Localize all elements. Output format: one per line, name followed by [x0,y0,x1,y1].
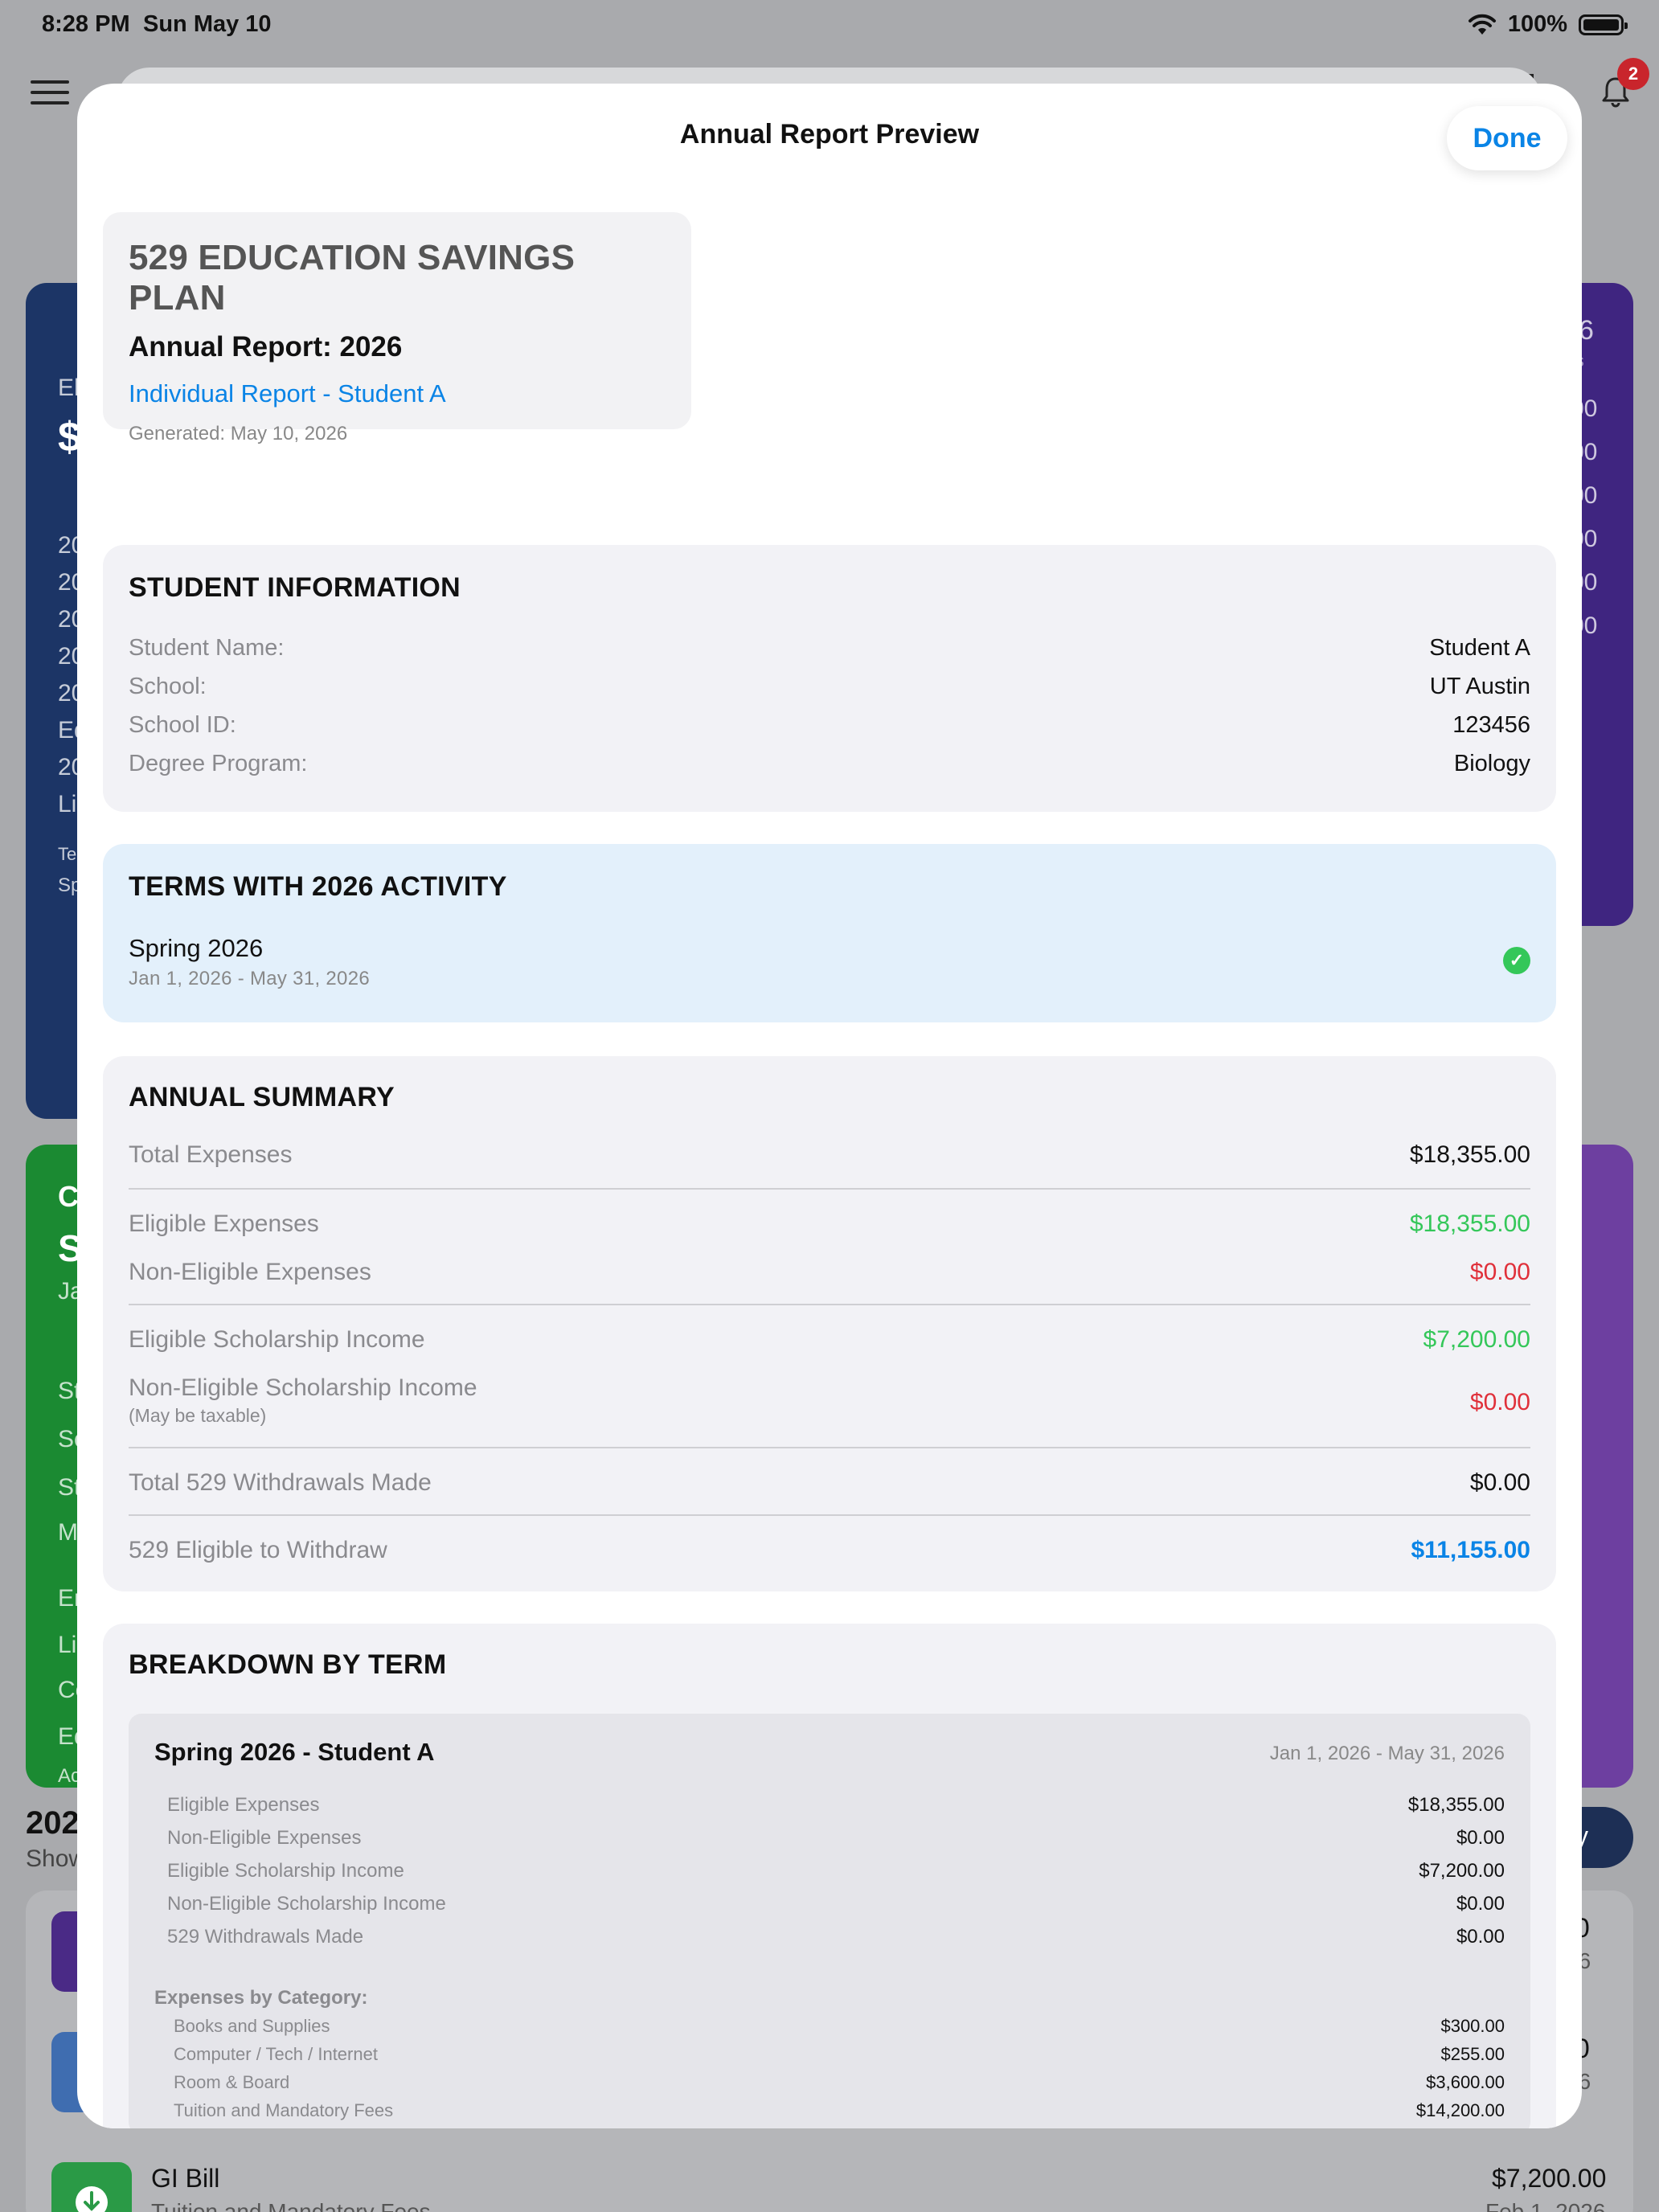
background-list-date: Feb 1, 2026 [1485,2199,1606,2212]
row-label: Eligible Scholarship Income [167,1860,404,1882]
done-button[interactable]: Done [1447,106,1567,170]
row-label: 529 Eligible to Withdraw [129,1537,387,1563]
term-dates: Jan 1, 2026 - May 31, 2026 [129,968,370,989]
plan-name: 529 EDUCATION SAVINGS PLAN [129,238,576,317]
report-header-card: 529 EDUCATION SAVINGS PLAN Annual Report… [103,212,691,444]
background-list-title: GI Bill [151,2164,220,2193]
row-label: Student Name: [129,635,285,661]
notification-badge: 2 [1617,58,1649,90]
non-eligible-scholarship-row: Non-Eligible Scholarship Income (May be … [129,1374,1530,1426]
row-value: $0.00 [1469,1469,1530,1496]
status-indicators: 100% [1468,11,1628,38]
row-value: $18,355.00 [1409,1210,1530,1237]
row-value: $255.00 [1440,2044,1505,2064]
download-icon [51,2162,132,2212]
background-year-heading: 202 [26,1805,80,1841]
background-fragment: C [58,1180,79,1213]
row-value: $7,200.00 [1419,1860,1505,1882]
row-label: School ID: [129,712,236,738]
row-label: Eligible Expenses [167,1794,320,1816]
row-value: Biology [1453,751,1530,776]
wifi-icon [1468,14,1496,35]
row-label: Degree Program: [129,751,308,776]
check-circle-icon: ✓ [1503,947,1530,974]
row-label: Books and Supplies [174,2016,330,2036]
row-value: $300.00 [1440,2016,1505,2036]
generated-date: Generated: May 10, 2026 [129,423,348,444]
row-label: Room & Board [174,2072,290,2092]
row-value: $14,200.00 [1415,2100,1505,2120]
row-value: $18,355.00 [1409,1141,1530,1168]
section-title: STUDENT INFORMATION [129,572,461,603]
menu-icon[interactable] [31,80,69,104]
divider [129,1188,1530,1190]
row-label: Total 529 Withdrawals Made [129,1469,432,1496]
battery-icon [1579,14,1628,35]
term-card-dates: Jan 1, 2026 - May 31, 2026 [1269,1743,1505,1764]
terms-activity-section: TERMS WITH 2026 ACTIVITY Spring 2026 Jan… [103,844,1556,1022]
row-label: School: [129,674,207,699]
row-label: Tuition and Mandatory Fees [174,2100,394,2120]
section-title: BREAKDOWN BY TERM [129,1649,447,1680]
row-value: $0.00 [1456,1827,1505,1849]
row-value: 123456 [1452,712,1530,738]
row-label: Non-Eligible Expenses [167,1827,362,1849]
background-fragment: Te [58,844,77,864]
section-title: TERMS WITH 2026 ACTIVITY [129,871,507,902]
row-note: (May be taxable) [129,1405,267,1426]
report-year: Annual Report: 2026 [129,331,403,363]
row-label: Non-Eligible Scholarship Income [129,1374,477,1401]
row-value: $0.00 [1469,1389,1530,1415]
term-card-title: Spring 2026 - Student A [154,1738,435,1766]
report-type: Individual Report - Student A [129,379,446,408]
row-label: Non-Eligible Scholarship Income [167,1893,446,1915]
annual-summary-section: ANNUAL SUMMARY Total Expenses $18,355.00… [103,1056,1556,1591]
status-date: Sun May 10 [143,11,272,37]
row-value: UT Austin [1429,674,1530,699]
row-label: Non-Eligible Expenses [129,1259,371,1285]
row-value: $3,600.00 [1426,2072,1505,2092]
background-list-amount: $7,200.00 [1492,2164,1607,2193]
student-information-section: STUDENT INFORMATION Student Name: Studen… [103,545,1556,812]
row-value: $0.00 [1456,1926,1505,1948]
background-list-subtitle: Tuition and Mandatory Fees [151,2199,431,2212]
divider [129,1447,1530,1448]
row-value: $0.00 [1469,1259,1530,1285]
background-fragment: Li [58,791,77,817]
section-title: ANNUAL SUMMARY [129,1082,395,1112]
breakdown-by-term-section: BREAKDOWN BY TERM Spring 2026 - Student … [103,1624,1556,2128]
battery-percent: 100% [1507,11,1567,37]
row-value: $18,355.00 [1407,1794,1505,1816]
status-bar: 8:28 PM Sun May 10 100% [0,0,1659,51]
row-value: $0.00 [1456,1893,1505,1915]
background-fragment: M [58,1519,78,1546]
background-fragment: Li [58,1632,77,1658]
divider [129,1304,1530,1305]
row-label: Computer / Tech / Internet [174,2044,378,2064]
status-time: 8:28 PM [42,11,130,37]
term-name: Spring 2026 [129,934,264,962]
row-value: Student A [1429,635,1530,661]
row-label: Eligible Expenses [129,1210,319,1237]
row-label: Eligible Scholarship Income [129,1326,425,1353]
categories-title: Expenses by Category: [154,1987,368,2009]
row-value: $7,200.00 [1423,1326,1530,1353]
row-label: Total Expenses [129,1141,293,1168]
row-value: $11,155.00 [1411,1537,1531,1563]
divider [129,1514,1530,1516]
background-fragment: El [58,375,80,401]
term-breakdown-card: Spring 2026 - Student A Jan 1, 2026 - Ma… [129,1714,1530,2128]
sheet-title: Annual Report Preview [679,119,980,150]
row-label: 529 Withdrawals Made [167,1926,364,1948]
annual-report-sheet: Annual Report Preview Done 529 EDUCATION… [77,84,1582,2128]
